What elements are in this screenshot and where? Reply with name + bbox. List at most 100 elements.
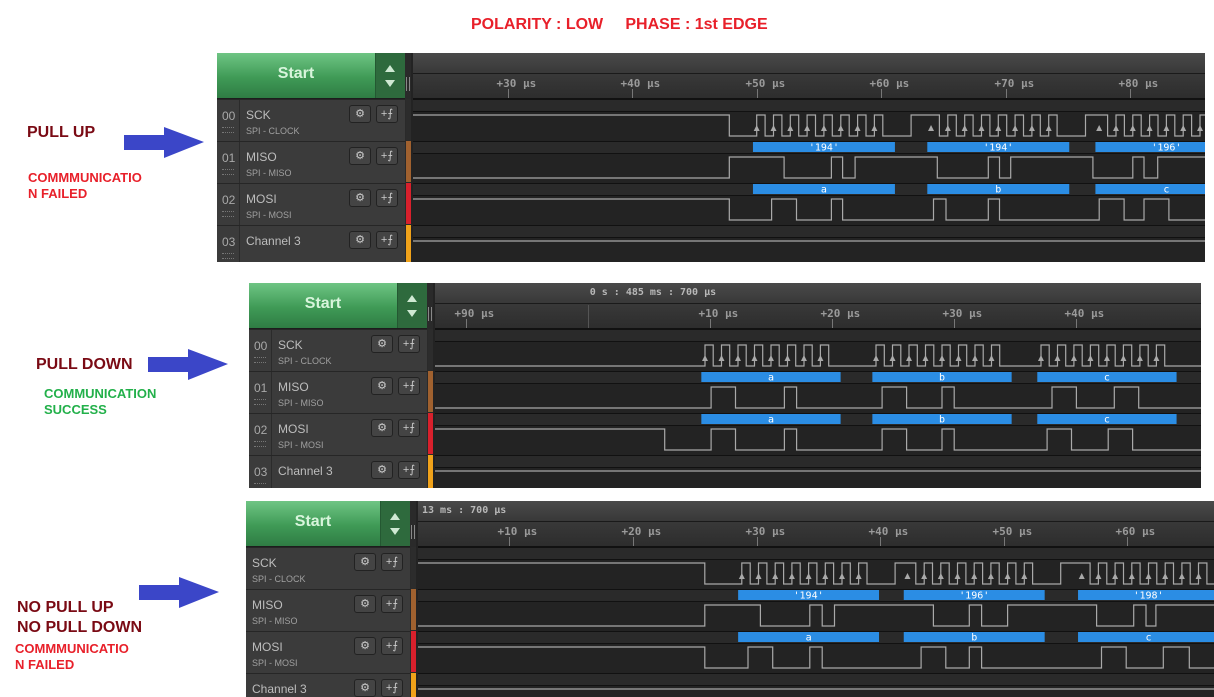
add-trigger-button[interactable]: +⨍ bbox=[376, 147, 398, 165]
channel-color-bar bbox=[411, 673, 416, 697]
drag-handle-icon[interactable] bbox=[222, 169, 234, 175]
channel-name: SCK bbox=[246, 108, 271, 122]
triangle-down-icon[interactable] bbox=[385, 80, 395, 87]
channel-settings-button[interactable]: ⚙ bbox=[354, 553, 376, 571]
drag-handle-icon[interactable] bbox=[222, 127, 234, 133]
gear-icon: ⚙ bbox=[377, 338, 387, 350]
edge-trigger-icon: +⨍ bbox=[402, 338, 416, 350]
waveform-area[interactable]: +90 µs +10 µs +20 µs +30 µs +40 µs a a b b c c bbox=[435, 283, 1201, 488]
add-trigger-button[interactable]: +⨍ bbox=[381, 679, 403, 697]
channel-settings-button[interactable]: ⚙ bbox=[371, 419, 393, 437]
rising-edge-marker bbox=[944, 125, 951, 131]
drag-handle-icon[interactable] bbox=[222, 253, 234, 259]
tick-label: +20 µs bbox=[821, 307, 861, 320]
channel-row-miso[interactable]: MISO SPI - MISO ⚙ +⨍ bbox=[246, 589, 410, 631]
triangle-down-icon[interactable] bbox=[407, 310, 417, 317]
rising-edge-marker bbox=[1128, 573, 1135, 579]
start-options-spinner[interactable] bbox=[375, 53, 405, 98]
page-title: POLARITY : LOW PHASE : 1st EDGE bbox=[471, 16, 768, 33]
rising-edge-marker bbox=[961, 125, 968, 131]
channel-settings-button[interactable]: ⚙ bbox=[349, 231, 371, 249]
channel-row-mosi[interactable]: 02 MOSI SPI - MOSI ⚙ +⨍ bbox=[217, 183, 405, 225]
drag-handle-icon[interactable] bbox=[254, 483, 266, 488]
channel-settings-button[interactable]: ⚙ bbox=[371, 461, 393, 479]
triangle-down-icon[interactable] bbox=[390, 528, 400, 535]
channel-color-bar bbox=[428, 413, 433, 454]
drag-handle-icon[interactable] bbox=[254, 441, 266, 447]
channel-settings-button[interactable]: ⚙ bbox=[371, 335, 393, 353]
triangle-up-icon[interactable] bbox=[407, 295, 417, 302]
mosi-decode-bubble[interactable] bbox=[1095, 184, 1205, 194]
add-trigger-button[interactable]: +⨍ bbox=[376, 231, 398, 249]
triangle-up-icon[interactable] bbox=[390, 513, 400, 520]
edge-trigger-icon: +⨍ bbox=[402, 464, 416, 476]
channel-row-mosi[interactable]: 02 MOSI SPI - MOSI ⚙ +⨍ bbox=[249, 413, 427, 455]
rising-edge-marker bbox=[873, 355, 880, 361]
channel-settings-button[interactable]: ⚙ bbox=[349, 189, 371, 207]
channel-row-channel-3[interactable]: Channel 3 ⚙ +⨍ bbox=[246, 673, 410, 697]
channel-row-miso[interactable]: 01 MISO SPI - MISO ⚙ +⨍ bbox=[217, 141, 405, 183]
drag-handle-icon[interactable] bbox=[254, 357, 266, 363]
splitter-handle-icon[interactable] bbox=[406, 77, 410, 91]
rising-edge-marker bbox=[1162, 573, 1169, 579]
channel-color-bar bbox=[406, 141, 411, 182]
add-trigger-button[interactable]: +⨍ bbox=[376, 189, 398, 207]
add-trigger-button[interactable]: +⨍ bbox=[398, 377, 420, 395]
start-button[interactable]: Start bbox=[249, 283, 427, 329]
rising-edge-marker bbox=[1136, 355, 1143, 361]
rising-edge-marker bbox=[906, 355, 913, 361]
start-options-spinner[interactable] bbox=[380, 501, 410, 546]
channel-row-miso[interactable]: 01 MISO SPI - MISO ⚙ +⨍ bbox=[249, 371, 427, 413]
channel-row-channel-3[interactable]: 03 Channel 3 ⚙ +⨍ bbox=[217, 225, 405, 262]
sck-decode-bubble[interactable] bbox=[1095, 142, 1205, 152]
start-button[interactable]: Start bbox=[217, 53, 405, 99]
channel-settings-button[interactable]: ⚙ bbox=[349, 147, 371, 165]
rising-edge-marker bbox=[718, 355, 725, 361]
drag-handle-icon[interactable] bbox=[254, 399, 266, 405]
add-trigger-button[interactable]: +⨍ bbox=[376, 105, 398, 123]
splitter-handle-icon[interactable] bbox=[411, 525, 415, 539]
channel-index: 01 bbox=[217, 142, 240, 183]
channel-row-sck[interactable]: 00 SCK SPI - CLOCK ⚙ +⨍ bbox=[217, 99, 405, 141]
start-button[interactable]: Start bbox=[246, 501, 410, 547]
channel-row-sck[interactable]: SCK SPI - CLOCK ⚙ +⨍ bbox=[246, 547, 410, 589]
channel-settings-button[interactable]: ⚙ bbox=[354, 637, 376, 655]
decoded-value: a bbox=[768, 373, 774, 384]
add-trigger-button[interactable]: +⨍ bbox=[398, 335, 420, 353]
add-trigger-button[interactable]: +⨍ bbox=[398, 419, 420, 437]
rising-edge-marker bbox=[921, 573, 928, 579]
rising-edge-marker bbox=[755, 573, 762, 579]
drag-handle-icon[interactable] bbox=[222, 211, 234, 217]
rising-edge-marker bbox=[971, 355, 978, 361]
channel-row-sck[interactable]: 00 SCK SPI - CLOCK ⚙ +⨍ bbox=[249, 329, 427, 371]
mode-label-pull-up: PULL UP bbox=[27, 124, 96, 141]
channel-settings-button[interactable]: ⚙ bbox=[354, 679, 376, 697]
tick-label: +50 µs bbox=[746, 77, 786, 90]
start-options-spinner[interactable] bbox=[397, 283, 427, 328]
channel-analyzer-label: SPI - CLOCK bbox=[246, 126, 300, 136]
add-trigger-button[interactable]: +⨍ bbox=[381, 637, 403, 655]
rising-edge-marker bbox=[1112, 573, 1119, 579]
waveform-area[interactable]: +30 µs +40 µs +50 µs +60 µs +70 µs +80 µs '194… bbox=[413, 53, 1205, 262]
mosi-trace bbox=[435, 428, 1201, 451]
waveform-area[interactable]: +10 µs +20 µs +30 µs +40 µs +50 µs +60 µs '194… bbox=[418, 501, 1214, 697]
channel-row-channel-3[interactable]: 03 Channel 3 ⚙ +⨍ bbox=[249, 455, 427, 488]
add-trigger-button[interactable]: +⨍ bbox=[381, 595, 403, 613]
decoded-value: b bbox=[939, 373, 945, 384]
rising-edge-marker bbox=[1146, 125, 1153, 131]
decoded-value: '198' bbox=[1133, 591, 1163, 602]
logic-analyzer-panel-no-pull: Start SCK SPI - CLOCK ⚙ +⨍ MISO SPI - MISO ⚙ +⨍ M… bbox=[246, 501, 1214, 697]
add-trigger-button[interactable]: +⨍ bbox=[381, 553, 403, 571]
channel-name: MISO bbox=[252, 598, 283, 612]
rising-edge-marker bbox=[820, 125, 827, 131]
triangle-up-icon[interactable] bbox=[385, 65, 395, 72]
rising-edge-marker bbox=[701, 355, 708, 361]
add-trigger-button[interactable]: +⨍ bbox=[398, 461, 420, 479]
channel-settings-button[interactable]: ⚙ bbox=[371, 377, 393, 395]
rising-edge-marker bbox=[817, 355, 824, 361]
channel-row-mosi[interactable]: MOSI SPI - MOSI ⚙ +⨍ bbox=[246, 631, 410, 673]
channel-settings-button[interactable]: ⚙ bbox=[349, 105, 371, 123]
splitter-handle-icon[interactable] bbox=[428, 307, 432, 321]
gear-icon: ⚙ bbox=[355, 234, 365, 246]
channel-settings-button[interactable]: ⚙ bbox=[354, 595, 376, 613]
